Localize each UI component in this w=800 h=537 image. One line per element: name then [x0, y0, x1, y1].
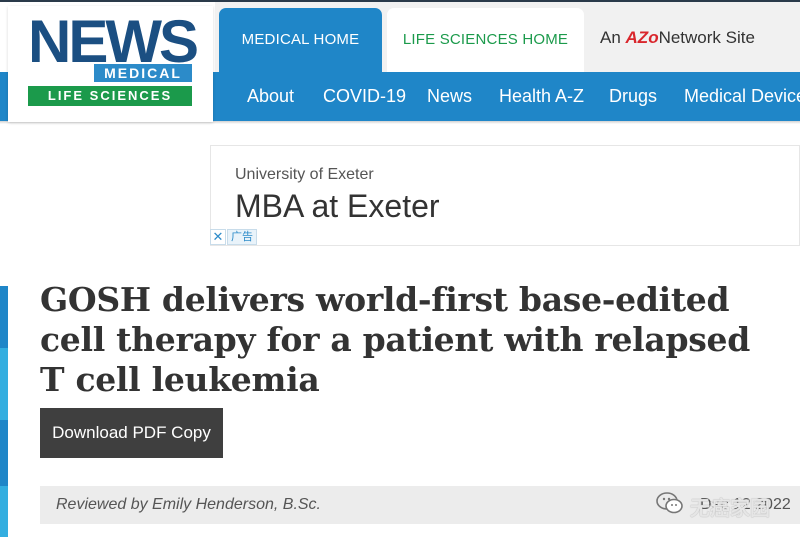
nav-about[interactable]: About	[247, 72, 294, 121]
tab-life-sciences-home[interactable]: LIFE SCIENCES HOME	[387, 8, 584, 72]
nav-medical-devices[interactable]: Medical Devices	[684, 72, 800, 121]
azo-prefix: An	[600, 28, 621, 47]
watermark-text: 无癌家园	[690, 498, 770, 520]
azo-suffix: Site	[725, 28, 755, 47]
share-rail-segment[interactable]	[0, 420, 8, 486]
logo-medical-label: MEDICAL	[94, 64, 192, 82]
nav-health-a-z[interactable]: Health A-Z	[499, 72, 584, 121]
nav-news[interactable]: News	[427, 72, 472, 121]
share-rail-segment[interactable]	[0, 348, 8, 420]
azo-logo: AZo	[625, 28, 659, 47]
ad-sponsor[interactable]: University of Exeter	[235, 166, 374, 184]
nav-covid-19[interactable]: COVID-19	[323, 72, 406, 121]
tab-medical-home[interactable]: MEDICAL HOME	[219, 8, 382, 72]
site-logo[interactable]: NEWS MEDICAL LIFE SCIENCES	[8, 6, 213, 122]
share-rail-segment[interactable]	[0, 486, 8, 537]
ad-close-icon[interactable]: ✕	[210, 229, 226, 245]
ad-headline[interactable]: MBA at Exeter	[235, 188, 440, 225]
nav-drugs[interactable]: Drugs	[609, 72, 657, 121]
reviewed-by: Reviewed by Emily Henderson, B.Sc.	[56, 496, 321, 513]
download-pdf-button[interactable]: Download PDF Copy	[40, 408, 223, 458]
logo-life-sciences-label: LIFE SCIENCES	[28, 86, 192, 106]
azonetwork-badge[interactable]: An AZoNetwork Site	[600, 28, 755, 48]
article-title: GOSH delivers world-first base-edited ce…	[40, 280, 750, 399]
ad-label[interactable]: 广告	[227, 229, 257, 245]
logo-news-word: NEWS	[28, 8, 199, 75]
wechat-icon	[656, 492, 683, 514]
share-rail-segment[interactable]	[0, 286, 8, 348]
azo-network: Network	[658, 28, 721, 47]
